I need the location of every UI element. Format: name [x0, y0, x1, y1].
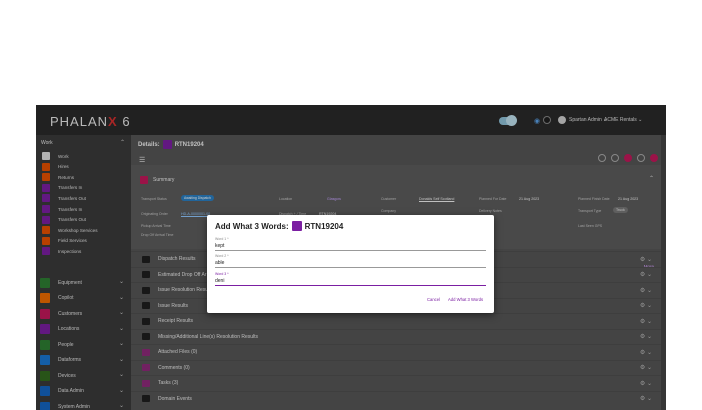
add-what3words-dialog: Add What 3 Words: RTN19204 Word 1 * Word… [207, 215, 494, 313]
word-1-field: Word 1 * [215, 237, 486, 251]
word-1-label: Word 1 * [215, 237, 229, 241]
return-badge-icon [291, 221, 302, 231]
app-window: PHALANX 6 ◉ Spartan Admin ⌄ ACME Rentals… [36, 105, 666, 410]
cancel-button[interactable]: Cancel [427, 297, 440, 302]
dialog-record-id: RTN19204 [304, 221, 344, 231]
word-3-input[interactable] [215, 277, 486, 285]
word-3-field: Word 3 * [215, 272, 486, 286]
word-1-input[interactable] [215, 242, 486, 250]
add-what3words-button[interactable]: Add What 3 Words [448, 297, 483, 302]
word-2-label: Word 2 * [215, 254, 229, 258]
word-3-label: Word 3 * [215, 272, 229, 276]
dialog-title: Add What 3 Words: RTN19204 [215, 221, 343, 231]
word-2-input[interactable] [215, 259, 486, 267]
dialog-title-prefix: Add What 3 Words: [215, 221, 289, 231]
word-2-field: Word 2 * [215, 254, 486, 268]
